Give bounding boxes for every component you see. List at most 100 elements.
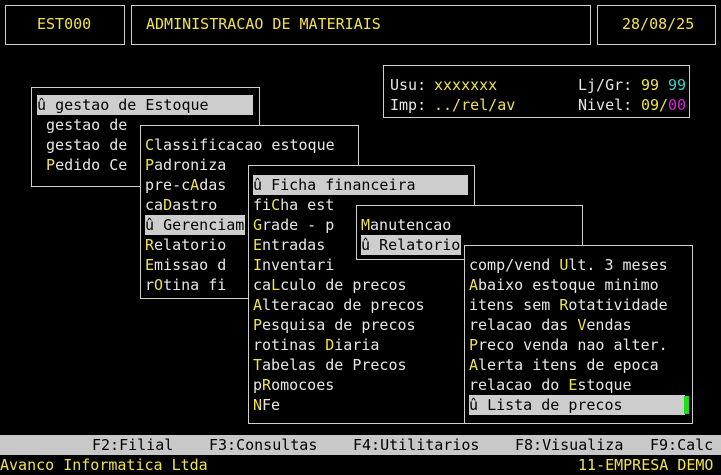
menu-item-label: endas [586,316,632,334]
company-name: Avanco Informatica Ltda [0,456,208,474]
menu3-item[interactable]: NFe [253,395,280,415]
menu3-item[interactable]: û Ficha financeira [253,175,468,195]
fkey-f3-consultas[interactable]: F3:Consultas [209,435,317,455]
menu-item-label: lteracao de precos [262,296,425,314]
menu-item-hotkey: P [46,156,56,174]
menu3-item[interactable]: rotinas Diaria [253,335,379,355]
menu2-item[interactable]: pre-cAdas [145,175,226,195]
menu-item-label: lassificacao estoque [154,136,335,154]
menu-item-marker [37,116,46,134]
menu-item-label: missao d [154,256,227,274]
menu-item-hotkey: R [145,236,155,254]
menu2-item[interactable]: Padroniza [145,155,226,175]
menu-item-label: gestao de [46,136,128,154]
menu-item-label: Fe [262,396,281,414]
menu5-item[interactable]: relacao das Vendas [469,315,632,335]
menu5-item[interactable]: relacao do Estoque [469,375,632,395]
grupo-value: 99 [668,76,687,94]
menu-item-label: ntradas [262,236,326,254]
menu5-item[interactable]: Abaixo estoque minimo [469,275,659,295]
menu-item-label: culo de precos [280,276,407,294]
fkey-f2-filial[interactable]: F2:Filial [92,435,173,455]
menu-item-label: Gerenciam [163,216,245,234]
menu-item-label: rade - p [262,216,335,234]
fkey-f4-utilitarios[interactable]: F4:Utilitarios [353,435,479,455]
menu-item-marker: û [253,176,272,194]
menu2-item[interactable]: Relatorio [145,235,226,255]
menu-item-label: esquisa de precos [262,316,416,334]
menu-item-hotkey: M [361,216,371,234]
menu3-item[interactable]: pRomocoes [253,375,334,395]
nivel-separator: / [659,96,669,114]
menu-item-label: elatorio [154,236,227,254]
menu2-item[interactable]: Classificacao estoque [145,135,335,155]
menu-item-marker: û [37,96,56,114]
nivel-value-2: 00 [668,96,687,114]
menu-item-label: astro [172,196,218,214]
menu-item-label: abelas de Precos [262,356,407,374]
menu3-item[interactable]: Grade - p [253,215,334,235]
menu-item-hotkey: I [253,256,263,274]
menu-item-label: ca [253,276,272,294]
menu5-item[interactable]: û Lista de precos [469,395,685,415]
menu-item-hotkey: A [469,276,479,294]
menu-item-label: reco venda nao alter. [478,336,668,354]
menu-item-hotkey: T [253,356,263,374]
menu-item-hotkey: C [145,136,155,154]
fkey-f8-visualiza[interactable]: F8:Visualiza [515,435,623,455]
menu5-item[interactable]: Alerta itens de epoca [469,355,659,375]
menu3-item[interactable]: Entradas [253,235,325,255]
menu-item-label: lerta itens de epoca [478,356,659,374]
menu3-item[interactable]: Tabelas de Precos [253,355,407,375]
menu3-item[interactable]: caLculo de precos [253,275,407,295]
function-key-bar: F2:Filial F3:Consultas F4:Utilitarios F8… [0,435,721,455]
menu4-item[interactable]: Manutencao [361,215,451,235]
ljgr-label: Lj/Gr: [578,76,633,94]
menu-item-label: stoque [577,376,632,394]
menu-item-hotkey: E [253,236,263,254]
menu3-item[interactable]: Inventari [253,255,334,275]
menu1-item[interactable]: Pedido Ce [37,155,127,175]
menu3-item[interactable]: fiCha est [253,195,334,215]
menu-item-hotkey: E [145,256,155,274]
fkey-f9-calc[interactable]: F9:Calc [650,435,713,455]
menu4-item[interactable]: û Relatorio [361,235,461,255]
program-code: EST000 [37,15,92,33]
menu-item-hotkey: D [163,196,173,214]
menu-item-hotkey: O [154,276,164,294]
menu1-item[interactable]: gestao de [37,135,127,155]
menu-item-label: ha est [280,196,335,214]
menu-item-marker: û [145,216,164,234]
menu-item-hotkey: P [253,316,263,334]
menu-item-hotkey: P [145,156,155,174]
menu2-item[interactable]: Emissao d [145,255,226,275]
menu-item-label: comp/vend [469,256,560,274]
menu-item-label: gestao de [46,116,128,134]
empresa-label: 11-EMPRESA DEMO [578,456,714,474]
menu-item-label: Lista de precos [487,396,623,414]
menu3-item[interactable]: Alteracao de precos [253,295,425,315]
menu3-item[interactable]: Pesquisa de precos [253,315,416,335]
menu-item-marker: û [469,396,488,414]
menu-item-label: nventari [262,256,335,274]
menu2-item[interactable]: rOtina fi [145,275,226,295]
menu-item-marker: û [361,236,380,254]
menu1-item[interactable]: û gestao de Estoque [37,95,253,115]
menu-item-label: rotinas [253,336,326,354]
menu-item-marker [37,136,46,154]
page-title: ADMINISTRACAO DE MATERIAIS [146,15,381,33]
menu2-item[interactable]: caDastro [145,195,217,215]
menu-item-hotkey: C [271,196,281,214]
menu-item-label: r [145,276,155,294]
menu5-item[interactable]: Preco venda nao alter. [469,335,668,355]
menu5-item[interactable]: itens sem Rotatividade [469,295,668,315]
menu-item-label: iaria [334,336,380,354]
menu-item-hotkey: D [325,336,335,354]
menu-item-label: baixo estoque minimo [478,276,659,294]
menu5-item[interactable]: comp/vend Ult. 3 meses [469,255,668,275]
menu1-item[interactable]: gestao de [37,115,127,135]
menu-item-label: tina fi [163,276,227,294]
menu-item-label: das [199,176,227,194]
menu-item-label: itens sem [469,296,560,314]
menu2-item[interactable]: û Gerenciam [145,215,245,235]
